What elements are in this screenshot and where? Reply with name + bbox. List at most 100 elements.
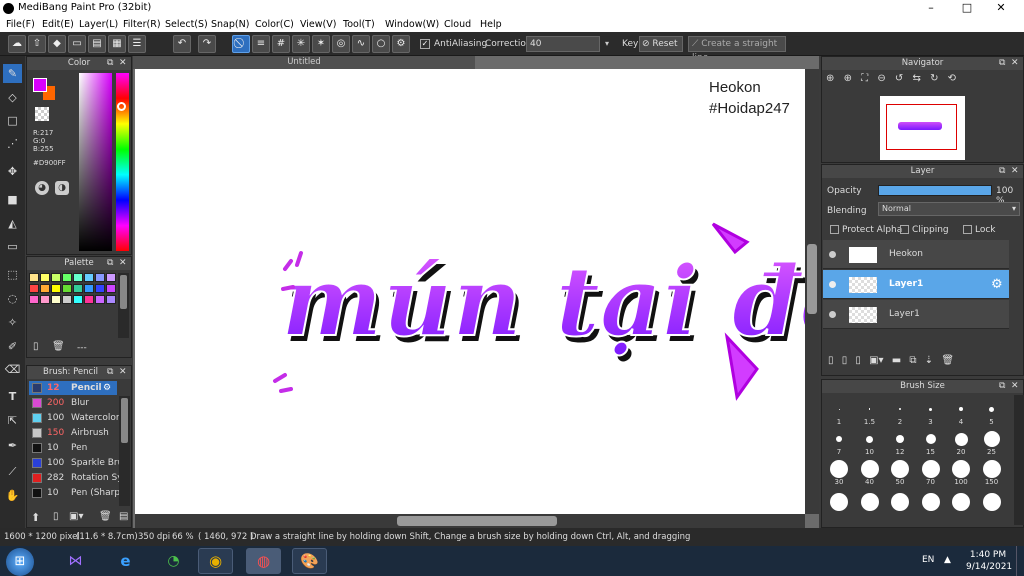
menu-snap[interactable]: Snap(N)	[211, 19, 249, 30]
color-wheel-icon[interactable]: ◕	[35, 181, 49, 195]
scrollbar-thumb[interactable]	[807, 244, 817, 314]
zoom-in-icon[interactable]: ⊕	[844, 73, 852, 84]
comment-icon[interactable]: ◆	[48, 35, 66, 53]
brush-size-cell[interactable]: 7	[824, 427, 854, 457]
undock-icon[interactable]: ⧉	[107, 366, 117, 379]
palette-swatch[interactable]	[73, 295, 83, 304]
rotate-left-icon[interactable]: ↺	[895, 73, 903, 84]
menu-window[interactable]: Window(W)	[385, 19, 439, 30]
reset-view-icon[interactable]: ⟲	[948, 73, 956, 84]
brush-size-cell[interactable]: 1	[824, 397, 854, 427]
protect-alpha-checkbox[interactable]	[830, 225, 839, 234]
move-tool-icon[interactable]: ✥	[3, 162, 22, 181]
horizontal-scrollbar[interactable]	[135, 514, 805, 528]
antialiasing-checkbox[interactable]: ✓	[420, 39, 430, 49]
chrome-icon[interactable]: ◉	[198, 548, 233, 574]
brush-size-cell[interactable]: 12	[885, 427, 915, 457]
snap-off-icon[interactable]: ⃠	[232, 35, 250, 53]
brush-size-cell[interactable]: 3	[916, 397, 946, 427]
opacity-slider[interactable]	[878, 185, 992, 196]
panel-close-icon[interactable]: ✕	[1011, 165, 1021, 178]
brush-size-cell[interactable]: 5	[977, 397, 1007, 427]
operation-tool-icon[interactable]: ⇱	[3, 411, 22, 430]
brush-size-cell[interactable]	[916, 487, 946, 517]
layer-row[interactable]: Heokon	[823, 240, 1009, 269]
fit-window-icon[interactable]: ⛶	[861, 73, 868, 84]
brush-trash-icon[interactable]: 🗑	[99, 511, 112, 522]
divide-tool-icon[interactable]: ⟋	[3, 462, 22, 481]
grid-snap-icon[interactable]: #	[272, 35, 290, 53]
drawing-canvas[interactable]: Heokon #Hoidap247 mún tại đô mún tại đô	[135, 69, 805, 514]
lasso-tool-icon[interactable]: ◌	[3, 289, 22, 308]
undock-icon[interactable]: ⧉	[999, 380, 1009, 393]
straight-line-button[interactable]: ⟋ Create a straight line	[688, 36, 786, 63]
folder-icon[interactable]: ▬	[892, 355, 901, 366]
clipping-checkbox[interactable]	[900, 225, 909, 234]
layer-trash-icon[interactable]: 🗑	[941, 355, 954, 366]
eraser-tool-icon[interactable]: ◇	[3, 88, 22, 107]
brush-size-cell[interactable]	[824, 487, 854, 517]
medibang-icon[interactable]: ◍	[246, 548, 281, 574]
start-button[interactable]: ⊞	[6, 548, 34, 576]
magic-wand-icon[interactable]: ✧	[3, 313, 22, 332]
brush-scrollbar[interactable]	[119, 396, 130, 506]
menu-cloud[interactable]: Cloud	[444, 19, 471, 30]
brush-size-cell[interactable]: 40	[855, 457, 885, 487]
color-picker-icon[interactable]: ◑	[55, 181, 69, 195]
reset-button[interactable]: ⊘ Reset	[639, 36, 683, 52]
visibility-icon[interactable]	[829, 281, 836, 288]
paint-icon[interactable]: 🎨	[292, 548, 327, 574]
radial-snap-icon[interactable]: ✳	[292, 35, 310, 53]
brush-size-cell[interactable]: 2	[885, 397, 915, 427]
rotate-right-icon[interactable]: ↻	[930, 73, 938, 84]
brush-size-scrollbar[interactable]	[1014, 395, 1024, 525]
palette-swatch[interactable]	[84, 295, 94, 304]
vanish-snap-icon[interactable]: ✶	[312, 35, 330, 53]
brush-folder-icon[interactable]: ▣▾	[69, 511, 83, 522]
flip-icon[interactable]: ⇆	[913, 73, 921, 84]
new-brush-icon[interactable]: ▯	[53, 511, 59, 522]
vertical-scrollbar[interactable]	[805, 69, 819, 514]
palette-swatch[interactable]	[62, 284, 72, 293]
palette-swatch[interactable]	[95, 295, 105, 304]
menu-help[interactable]: Help	[480, 19, 502, 30]
visibility-icon[interactable]	[829, 251, 836, 258]
menu-tool[interactable]: Tool(T)	[343, 19, 375, 30]
zoom-out-icon[interactable]: ⊖	[877, 73, 885, 84]
new-8bit-layer-icon[interactable]: ▯	[855, 355, 861, 366]
palette-swatch[interactable]	[106, 295, 116, 304]
layer-settings-gear-icon[interactable]: ⚙	[991, 270, 1003, 299]
transparent-color-swatch[interactable]	[35, 107, 49, 121]
tray-arrow-icon[interactable]: ▲	[944, 555, 951, 565]
brush-size-cell[interactable]: 10	[855, 427, 885, 457]
palette-swatch[interactable]	[62, 273, 72, 282]
brush-size-cell[interactable]: 15	[916, 427, 946, 457]
scrollbar-thumb[interactable]	[397, 516, 557, 526]
cloud-icon[interactable]: ☁	[8, 35, 26, 53]
undock-icon[interactable]: ⧉	[999, 165, 1009, 178]
panel-close-icon[interactable]: ✕	[1011, 57, 1021, 70]
add-layer-dropdown-icon[interactable]: ▣▾	[869, 355, 883, 366]
palette-scrollbar[interactable]	[118, 273, 129, 338]
palette-swatch[interactable]	[40, 295, 50, 304]
language-indicator[interactable]: EN	[922, 555, 934, 565]
panel-close-icon[interactable]: ✕	[1011, 380, 1021, 393]
ellipse-snap-icon[interactable]: ○	[372, 35, 390, 53]
layer-row-selected[interactable]: Layer1 ⚙	[823, 270, 1009, 299]
curve-snap-icon[interactable]: ∿	[352, 35, 370, 53]
merge-layer-icon[interactable]: ⇣	[925, 355, 933, 366]
select-rect-tool-icon[interactable]: □	[3, 111, 22, 130]
share-icon[interactable]: ⇧	[28, 35, 46, 53]
palette-swatch[interactable]	[40, 273, 50, 282]
primary-color-swatch[interactable]	[33, 78, 47, 92]
brush-size-cell[interactable]: 30	[824, 457, 854, 487]
close-button[interactable]: ✕	[988, 0, 1014, 17]
brush-size-cell[interactable]	[946, 487, 976, 517]
brush-size-cell[interactable]: 4	[946, 397, 976, 427]
saturation-value-picker[interactable]	[79, 73, 112, 251]
text-tool-icon[interactable]: T	[3, 387, 22, 406]
menu-select[interactable]: Select(S)	[165, 19, 208, 30]
brush-size-cell[interactable]	[885, 487, 915, 517]
palette-swatch[interactable]	[29, 295, 39, 304]
palette-swatch[interactable]	[73, 284, 83, 293]
